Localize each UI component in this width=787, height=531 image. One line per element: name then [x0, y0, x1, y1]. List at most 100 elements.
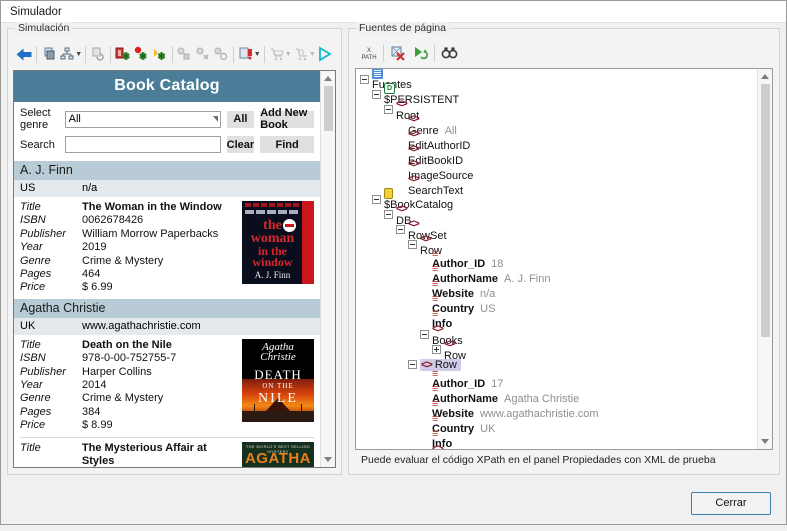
tree-scroll-track[interactable]	[758, 84, 773, 434]
tree-node[interactable]: ≡Info	[360, 312, 757, 327]
collapse-icon[interactable]	[372, 195, 381, 204]
book-row[interactable]: TitleThe Woman in the Window ISBN0062678…	[14, 197, 320, 299]
svg-text:PATH: PATH	[361, 55, 376, 61]
tree-indent	[360, 222, 396, 237]
attribute-icon: ≡	[432, 400, 596, 408]
all-button[interactable]: All	[227, 111, 255, 128]
collapse-icon[interactable]	[408, 240, 417, 249]
breakpoint-clear-icon	[212, 43, 230, 65]
collapse-icon[interactable]	[420, 330, 429, 339]
book-cover-image: thewoman in thewindow A. J. Finn	[242, 201, 314, 284]
author-header[interactable]: Agatha Christie	[14, 299, 320, 318]
book-publisher: Harper Collins	[82, 366, 152, 379]
tree-indent	[360, 327, 420, 342]
collapse-icon[interactable]	[384, 105, 393, 114]
catalog-preview-frame: Book Catalog Select genre All All Add Ne…	[13, 70, 336, 468]
scroll-up-icon[interactable]	[758, 69, 773, 84]
tree-indent	[360, 147, 396, 162]
author-meta: UK www.agathachristie.com	[14, 318, 320, 335]
back-arrow-icon[interactable]	[15, 43, 33, 65]
genre-label: Select genre	[20, 107, 65, 131]
window-titlebar: Simulador	[1, 1, 786, 23]
run-icon[interactable]	[316, 43, 334, 65]
close-button[interactable]: Cerrar	[691, 492, 771, 515]
tree-node[interactable]: <>Books	[360, 447, 757, 449]
tree-node[interactable]: <>Row	[360, 357, 757, 372]
scroll-down-icon[interactable]	[758, 434, 773, 449]
tree-scroll-thumb[interactable]	[761, 84, 770, 337]
catalog-title: Book Catalog	[14, 71, 320, 102]
tree-node[interactable]: D$PERSISTENT	[360, 87, 757, 102]
tree-indent	[360, 297, 420, 312]
simulation-toolbar: ▼	[13, 41, 336, 67]
tree-node[interactable]: ≡Info	[360, 432, 757, 447]
collapse-icon[interactable]	[360, 75, 369, 84]
tree-indent	[360, 417, 420, 432]
collapse-icon[interactable]	[372, 90, 381, 99]
tree-node[interactable]: ≡Author_ID18	[360, 252, 757, 267]
debug-start-icon[interactable]	[132, 43, 150, 65]
search-input[interactable]	[65, 136, 221, 153]
field-label-pages: Pages	[20, 268, 82, 281]
scroll-up-icon[interactable]	[321, 71, 336, 86]
tree-scrollbar[interactable]	[757, 69, 772, 449]
sources-tree[interactable]: FuentesD$PERSISTENT<>Root<>GenreAll<>Edi…	[356, 69, 757, 449]
clear-button[interactable]: Clear	[227, 136, 255, 153]
debug-step-icon[interactable]	[150, 43, 168, 65]
catalog-scrollbar[interactable]	[320, 71, 335, 467]
copy-pages-icon[interactable]	[40, 43, 58, 65]
dialog-footer: Cerrar	[1, 475, 786, 531]
author-header[interactable]: A. J. Finn	[14, 161, 320, 180]
tree-indent	[360, 387, 420, 402]
element-icon: <>	[396, 203, 408, 215]
toolbar-separator	[383, 45, 384, 62]
tree-indent	[360, 342, 432, 357]
tree-indent	[360, 102, 384, 117]
tree-node[interactable]: <>Row	[360, 342, 757, 357]
tree-node[interactable]: ≡Websitewww.agathachristie.com	[360, 402, 757, 417]
reload-source-icon[interactable]	[409, 42, 431, 64]
tree-node[interactable]: <>Row	[360, 237, 757, 252]
collapse-icon[interactable]	[384, 210, 393, 219]
debug-stop-icon[interactable]	[114, 43, 132, 65]
catalog-scroll-thumb[interactable]	[324, 86, 333, 131]
tree-node[interactable]: ≡CountryUS	[360, 297, 757, 312]
book-genre: Crime & Mystery	[82, 255, 163, 268]
book-row[interactable]: TitleThe Mysterious Affair at Styles ISB…	[14, 438, 320, 467]
xpath-icon[interactable]: X PATH	[358, 42, 380, 64]
scroll-down-icon[interactable]	[321, 452, 336, 467]
search-label: Search	[20, 139, 65, 151]
tree-indent	[360, 267, 420, 282]
alert-icon[interactable]	[237, 43, 255, 65]
tree-node[interactable]: ≡CountryUK	[360, 417, 757, 432]
tree-node[interactable]: ≡AuthorNameA. J. Finn	[360, 267, 757, 282]
find-button[interactable]: Find	[260, 136, 314, 153]
sitemap-dropdown-caret[interactable]: ▼	[75, 51, 82, 58]
expand-icon[interactable]	[432, 345, 441, 354]
sitemap-icon[interactable]	[58, 43, 76, 65]
genre-select-value: All	[69, 113, 81, 125]
find-icon[interactable]	[438, 42, 460, 64]
collapse-icon[interactable]	[396, 225, 405, 234]
field-label-isbn: ISBN	[20, 214, 82, 227]
search-row: Search Clear Find	[20, 136, 314, 153]
collapse-icon[interactable]	[408, 360, 417, 369]
book-row[interactable]: TitleDeath on the Nile ISBN978-0-00-7527…	[14, 335, 320, 437]
field-label-pages: Pages	[20, 406, 82, 419]
add-new-book-button[interactable]: Add New Book	[260, 111, 314, 128]
attribute-icon: ≡	[432, 280, 492, 288]
book-genre: Crime & Mystery	[82, 392, 163, 405]
genre-select[interactable]: All	[65, 111, 221, 128]
delete-source-icon[interactable]	[387, 42, 409, 64]
element-icon: <>	[408, 173, 460, 185]
chevron-down-icon	[213, 116, 218, 122]
tree-node[interactable]: $BookCatalog	[360, 192, 757, 207]
book-isbn: 978-0-00-752755-7	[82, 352, 176, 365]
simulator-window: Simulador Simulación	[0, 0, 787, 525]
tree-node[interactable]: ≡Websiten/a	[360, 282, 757, 297]
toolbar-separator	[172, 46, 173, 63]
field-label-year: Year	[20, 241, 82, 254]
tree-node[interactable]: <>Books	[360, 327, 757, 342]
catalog-scroll-track[interactable]	[321, 86, 336, 452]
alert-dropdown-caret[interactable]: ▼	[254, 51, 261, 58]
